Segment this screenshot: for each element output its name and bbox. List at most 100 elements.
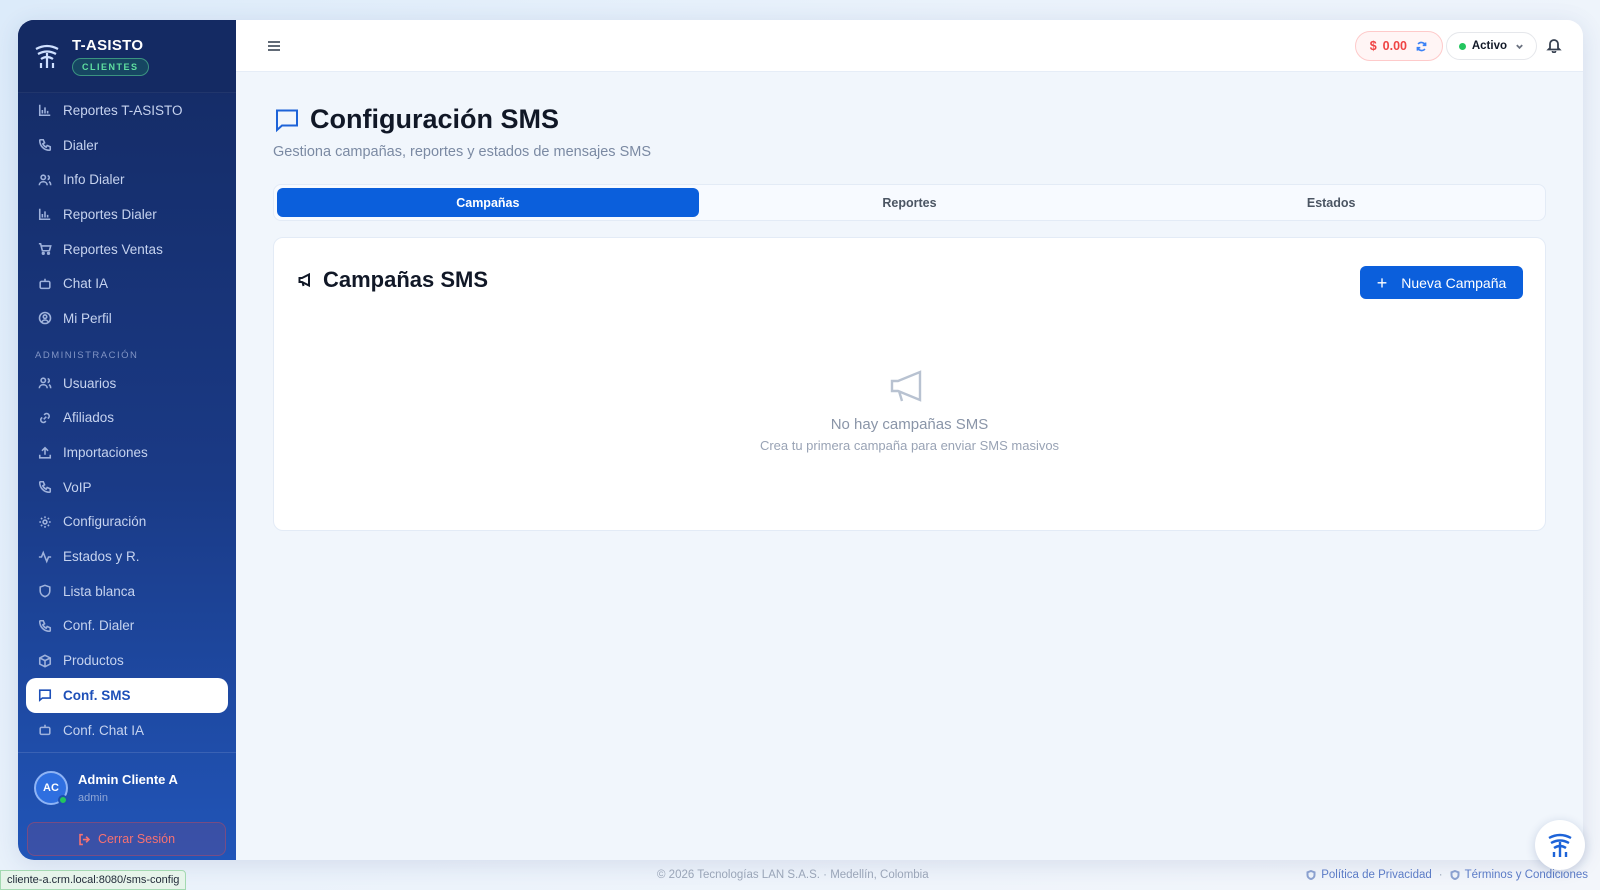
sidebar-item-estados[interactable]: Estados y R. bbox=[18, 539, 236, 574]
footer-links: Política de Privacidad · Términos y Cond… bbox=[1306, 869, 1588, 881]
bar-chart-icon bbox=[38, 103, 52, 117]
upload-icon bbox=[38, 446, 52, 460]
sidebar-item-dialer[interactable]: Dialer bbox=[18, 128, 236, 163]
page-subtitle: Gestiona campañas, reportes y estados de… bbox=[273, 144, 651, 160]
link-icon bbox=[38, 411, 52, 425]
status-dot bbox=[1458, 42, 1466, 50]
topbar: $ 0.00 Activo bbox=[236, 20, 1583, 72]
footer-separator: · bbox=[1438, 869, 1443, 881]
logout-icon bbox=[79, 833, 91, 845]
sidebar-item-conf-dialer[interactable]: Conf. Dialer bbox=[18, 609, 236, 644]
app-window: T-ASISTO CLIENTES Reportes T-ASISTO Dial… bbox=[18, 20, 1583, 860]
sidebar-item-productos[interactable]: Productos bbox=[18, 643, 236, 678]
phone-icon bbox=[38, 480, 52, 494]
phone-icon bbox=[38, 138, 52, 152]
sidebar-nav: Reportes T-ASISTO Dialer Info Dialer Rep… bbox=[18, 93, 236, 747]
tab-estados[interactable]: Estados bbox=[1120, 188, 1542, 217]
sidebar-item-reportes-ventas[interactable]: Reportes Ventas bbox=[18, 232, 236, 267]
sidebar-item-label: Lista blanca bbox=[63, 583, 136, 599]
brand-name: T-ASISTO bbox=[72, 36, 144, 54]
sidebar-item-configuracion[interactable]: Configuración bbox=[18, 505, 236, 540]
sidebar-item-label: Conf. Chat IA bbox=[63, 722, 145, 738]
sidebar-item-chat-ia[interactable]: Chat IA bbox=[18, 266, 236, 301]
brand-logo-icon bbox=[32, 41, 62, 71]
main-area: $ 0.00 Activo Configuración SMS Gestiona… bbox=[236, 20, 1583, 860]
avatar[interactable]: AC bbox=[34, 771, 68, 805]
chevron-down-icon bbox=[1515, 42, 1524, 51]
campaigns-card: Campañas SMS + Nueva Campaña No hay camp… bbox=[273, 237, 1546, 531]
user-role: admin bbox=[78, 792, 108, 804]
empty-state: No hay campañas SMS Crea tu primera camp… bbox=[274, 366, 1545, 453]
avatar-initials: AC bbox=[43, 782, 59, 794]
status-selector[interactable]: Activo bbox=[1445, 32, 1537, 60]
sidebar-item-usuarios[interactable]: Usuarios bbox=[18, 366, 236, 401]
brand[interactable]: T-ASISTO CLIENTES bbox=[18, 20, 236, 93]
page-title-row: Configuración SMS bbox=[273, 104, 1546, 135]
bar-chart-icon bbox=[38, 207, 52, 221]
tab-campanas[interactable]: Campañas bbox=[277, 188, 699, 217]
status-bar-url: cliente-a.crm.local:8080/sms-config bbox=[0, 870, 187, 890]
new-campaign-button[interactable]: + Nueva Campaña bbox=[1360, 266, 1523, 299]
brand-logo-icon bbox=[1548, 833, 1572, 857]
sidebar-item-conf-chat-ia[interactable]: Conf. Chat IA bbox=[18, 713, 236, 748]
phone-icon bbox=[38, 619, 52, 633]
bell-icon[interactable] bbox=[1546, 37, 1562, 54]
gear-icon bbox=[38, 515, 52, 529]
user-box: AC Admin Cliente A admin Cerrar Sesión bbox=[18, 752, 236, 860]
cart-icon bbox=[38, 242, 52, 256]
plus-icon: + bbox=[1376, 272, 1388, 293]
sidebar-item-label: Configuración bbox=[63, 514, 147, 530]
user-info: Admin Cliente A admin bbox=[78, 772, 236, 804]
megaphone-icon bbox=[888, 366, 932, 406]
sidebar-item-label: Info Dialer bbox=[63, 172, 125, 188]
sidebar-item-label: Importaciones bbox=[63, 445, 148, 461]
currency-symbol: $ bbox=[1369, 39, 1377, 53]
logout-button[interactable]: Cerrar Sesión bbox=[27, 822, 226, 856]
nav-section-admin: ADMINISTRACIÓN bbox=[35, 349, 139, 361]
balance-badge[interactable]: $ 0.00 bbox=[1354, 31, 1443, 61]
sidebar-item-afiliados[interactable]: Afiliados bbox=[18, 401, 236, 436]
activity-icon bbox=[38, 550, 52, 564]
sidebar-item-label: Dialer bbox=[63, 137, 99, 153]
sidebar-item-label: Mi Perfil bbox=[63, 310, 112, 326]
sidebar-item-importaciones[interactable]: Importaciones bbox=[18, 435, 236, 470]
empty-subtitle: Crea tu primera campaña para enviar SMS … bbox=[759, 438, 1060, 453]
sidebar-item-label: Reportes Ventas bbox=[63, 241, 163, 257]
card-title-row: Campañas SMS bbox=[297, 267, 488, 293]
sidebar-item-label: Conf. Dialer bbox=[63, 618, 135, 634]
sidebar-item-label: Conf. SMS bbox=[63, 687, 131, 703]
sidebar-item-conf-sms[interactable]: Conf. SMS bbox=[26, 678, 228, 713]
status-label: Activo bbox=[1471, 40, 1507, 52]
sidebar-item-info-dialer[interactable]: Info Dialer bbox=[18, 162, 236, 197]
tab-bar: Campañas Reportes Estados bbox=[273, 184, 1546, 221]
sidebar-item-reportes-t-asisto[interactable]: Reportes T-ASISTO bbox=[18, 93, 236, 128]
brand-badge: CLIENTES bbox=[72, 57, 149, 76]
sidebar: T-ASISTO CLIENTES Reportes T-ASISTO Dial… bbox=[18, 20, 236, 860]
box-icon bbox=[38, 654, 52, 668]
empty-title: No hay campañas SMS bbox=[830, 416, 989, 433]
sidebar-item-label: Reportes T-ASISTO bbox=[63, 102, 183, 118]
bot-icon bbox=[38, 723, 52, 737]
sidebar-item-label: Afiliados bbox=[63, 410, 115, 426]
user-name: Admin Cliente A bbox=[78, 772, 178, 787]
page-title: Configuración SMS bbox=[310, 104, 559, 134]
assistant-fab-button[interactable] bbox=[1535, 820, 1585, 870]
sidebar-item-label: Productos bbox=[63, 653, 124, 669]
sidebar-item-label: Chat IA bbox=[63, 276, 109, 292]
shield-icon bbox=[38, 584, 52, 598]
terms-link[interactable]: Términos y Condiciones bbox=[1465, 869, 1588, 881]
tab-reportes[interactable]: Reportes bbox=[699, 188, 1121, 217]
sidebar-item-reportes-dialer[interactable]: Reportes Dialer bbox=[18, 197, 236, 232]
card-title: Campañas SMS bbox=[323, 267, 489, 292]
privacy-link[interactable]: Política de Privacidad bbox=[1321, 869, 1432, 881]
hamburger-menu-icon[interactable] bbox=[266, 38, 282, 54]
sidebar-item-lista-blanca[interactable]: Lista blanca bbox=[18, 574, 236, 609]
shield-icon bbox=[1306, 870, 1316, 880]
footer: © 2026 Tecnologías LAN S.A.S. · Medellín… bbox=[0, 860, 1600, 890]
sidebar-item-label: Reportes Dialer bbox=[63, 206, 157, 222]
sidebar-item-voip[interactable]: VoIP bbox=[18, 470, 236, 505]
users-icon bbox=[38, 376, 52, 390]
refresh-icon[interactable] bbox=[1415, 40, 1428, 53]
sidebar-item-mi-perfil[interactable]: Mi Perfil bbox=[18, 301, 236, 336]
shield-icon bbox=[1450, 870, 1460, 880]
